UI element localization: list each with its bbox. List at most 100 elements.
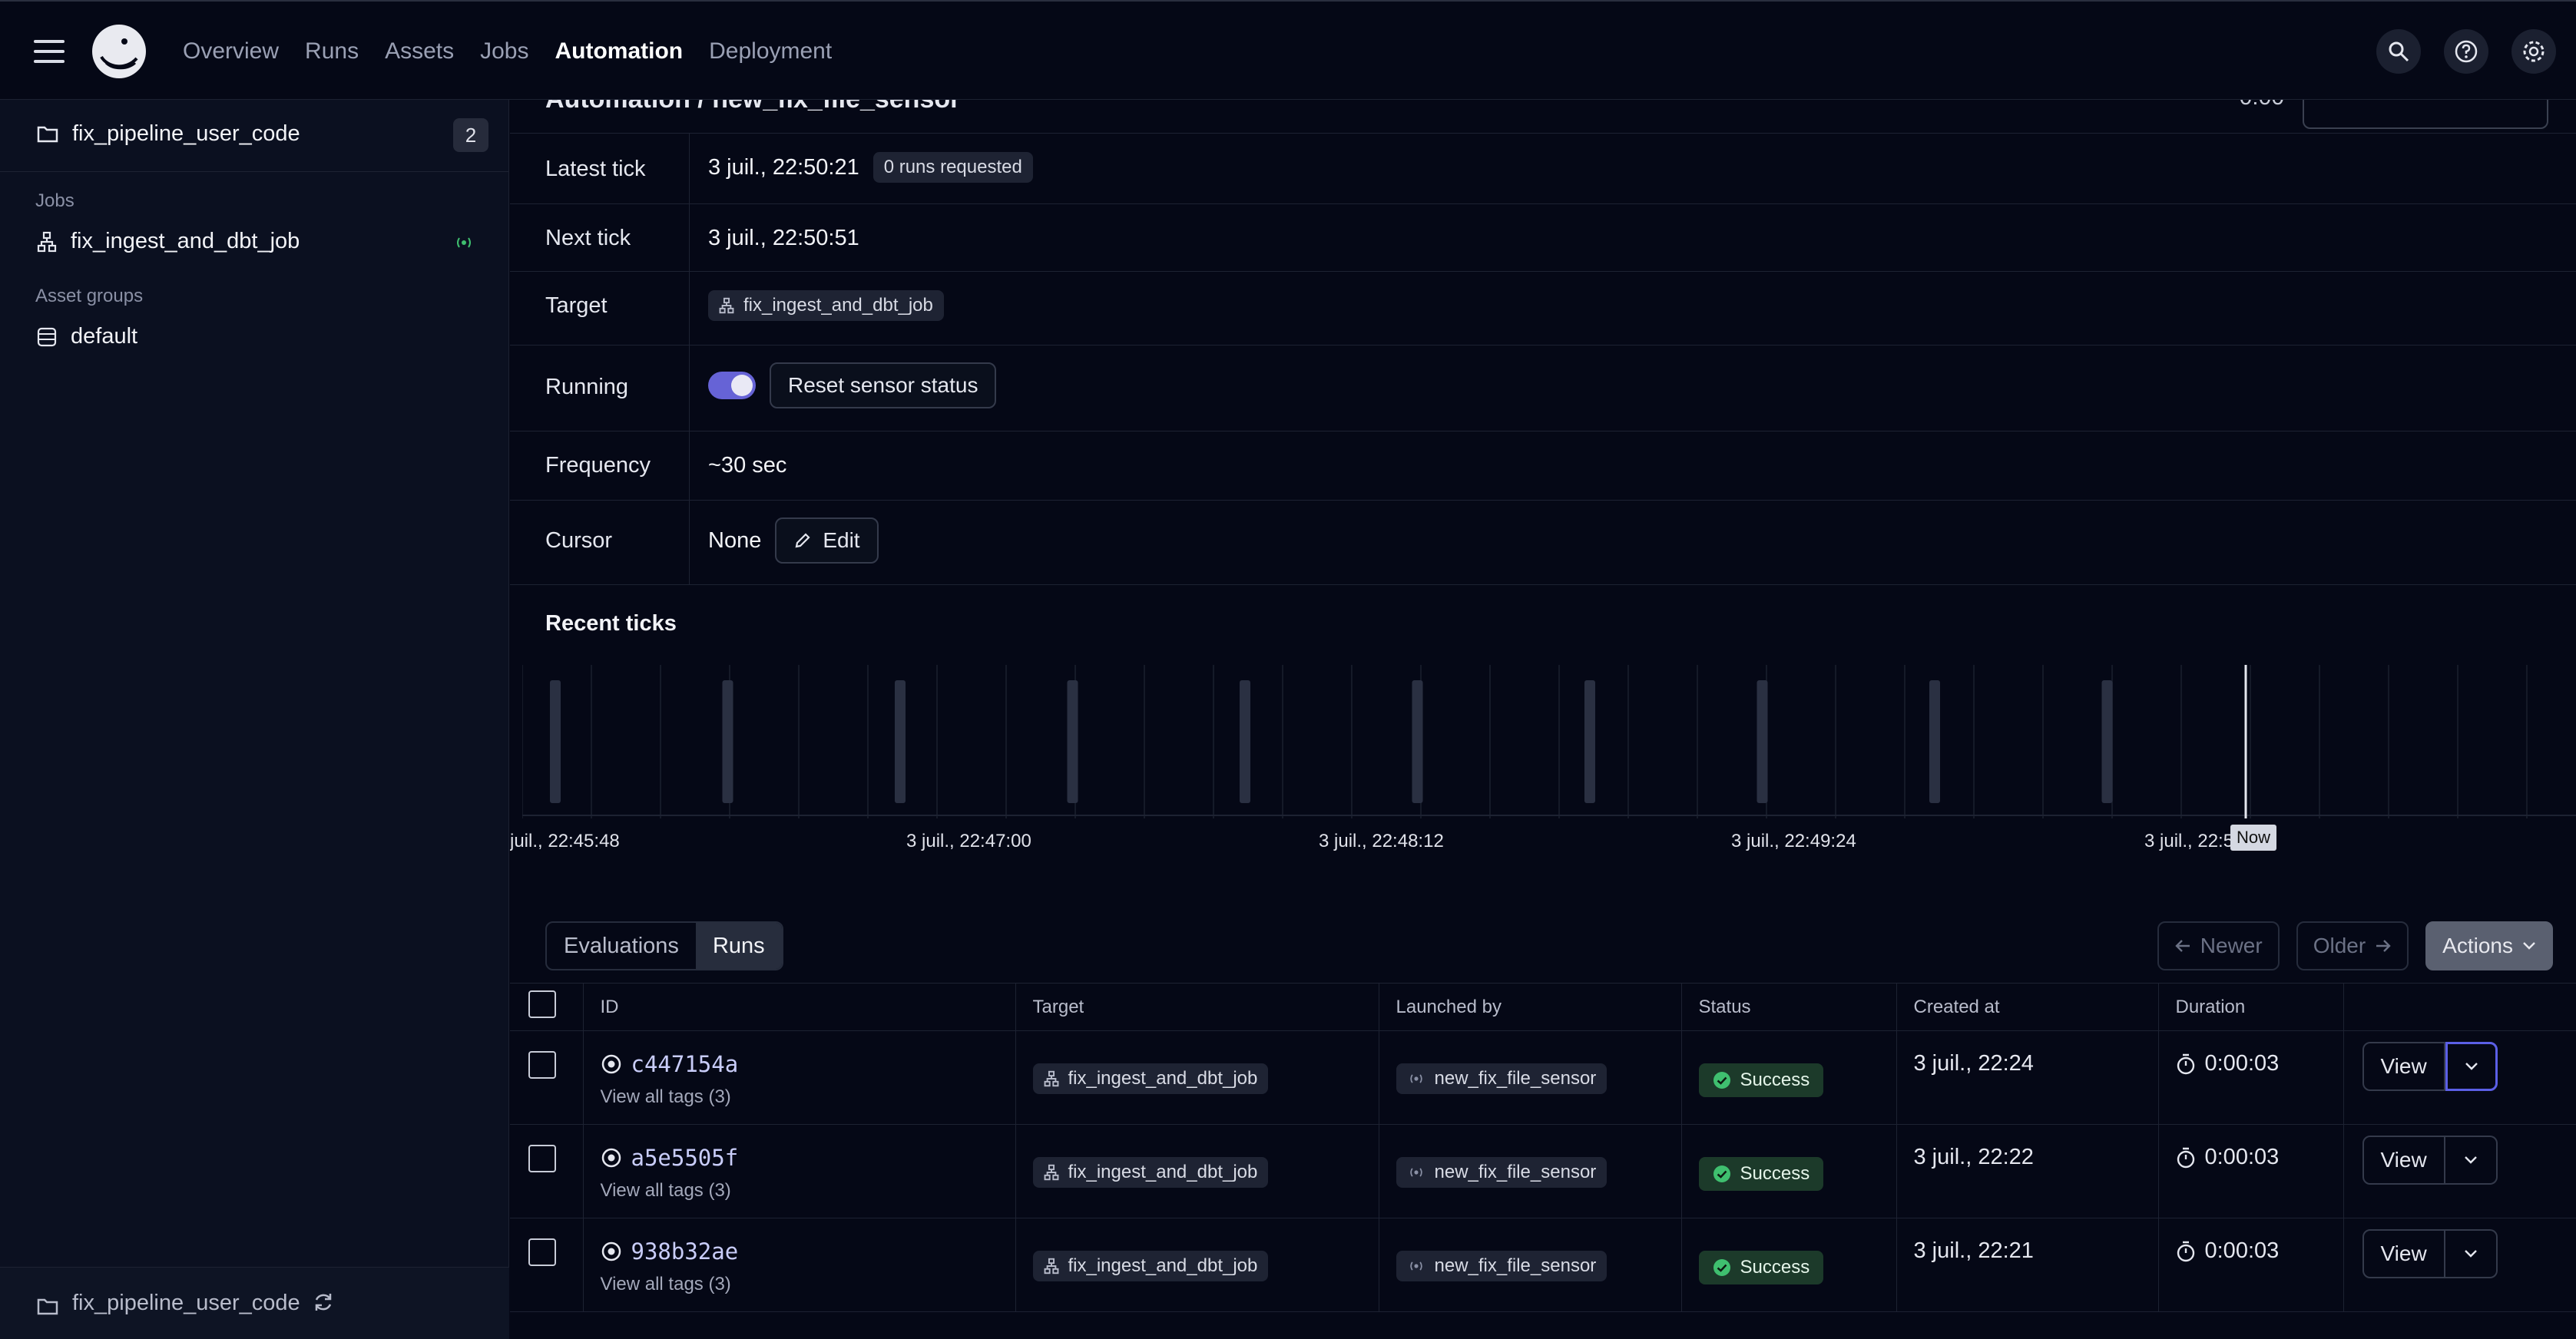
running-row: Running Reset sensor status — [510, 345, 2576, 431]
older-button[interactable]: Older — [2296, 921, 2409, 970]
chevron-down-icon — [2523, 942, 2535, 950]
dagster-logo[interactable] — [91, 23, 147, 80]
job-icon — [719, 297, 734, 314]
tick-bar[interactable] — [1584, 680, 1595, 803]
status-badge: Success — [1698, 1063, 1824, 1097]
timeline-axis-label: 3 juil., 22:49:24 — [1731, 831, 1856, 851]
tick-bar[interactable] — [1757, 680, 1768, 803]
run-target-name: fix_ingest_and_dbt_job — [1068, 1162, 1258, 1182]
select-all-checkbox[interactable] — [528, 990, 556, 1018]
run-status-icon — [601, 1241, 621, 1261]
tick-bar[interactable] — [1067, 680, 1078, 803]
cursor-row: Cursor None Edit — [510, 501, 2576, 585]
running-toggle[interactable] — [708, 372, 756, 399]
run-target-tag[interactable]: fix_ingest_and_dbt_job — [1032, 1063, 1269, 1094]
frequency-value: ~30 sec — [708, 453, 787, 478]
search-icon[interactable] — [2376, 29, 2421, 74]
run-id-link[interactable]: c447154a — [631, 1051, 739, 1077]
sensor-icon — [1409, 1074, 1422, 1083]
recent-ticks-timeline[interactable] — [522, 665, 2576, 818]
reload-icon[interactable] — [312, 1291, 335, 1314]
run-id-link[interactable]: a5e5505f — [631, 1145, 739, 1171]
settings-icon[interactable] — [2511, 29, 2556, 74]
actions-button[interactable]: Actions — [2425, 921, 2553, 970]
tick-bar[interactable] — [1929, 680, 1940, 803]
launched-by-tag[interactable]: new_fix_file_sensor — [1396, 1251, 1608, 1281]
ticks-view-tabs: Evaluations Runs — [545, 921, 783, 970]
latest-tick-row: Latest tick 3 juil., 22:50:21 0 runs req… — [510, 134, 2576, 204]
running-label: Running — [545, 375, 629, 399]
launched-by-name: new_fix_file_sensor — [1434, 1162, 1597, 1182]
cursor-label: Cursor — [545, 528, 613, 553]
nav-deployment[interactable]: Deployment — [709, 38, 832, 64]
run-target-tag[interactable]: fix_ingest_and_dbt_job — [1032, 1157, 1269, 1188]
view-run-button[interactable]: View — [2362, 1042, 2445, 1091]
tick-bar[interactable] — [1412, 680, 1423, 803]
table-header-row: ID Target Launched by Status Created at … — [510, 983, 2576, 1031]
nav-jobs[interactable]: Jobs — [480, 38, 528, 64]
run-menu-button[interactable] — [2445, 1136, 2498, 1185]
recent-ticks-title: Recent ticks — [545, 611, 677, 636]
cursor-value: None — [708, 527, 762, 553]
repo-name: fix_pipeline_user_code — [72, 121, 300, 146]
timeline-axis-label: 3 juil., 22:5 — [2144, 831, 2234, 851]
reset-sensor-button[interactable]: Reset sensor status — [770, 362, 997, 408]
menu-icon[interactable] — [34, 40, 65, 63]
nav-runs[interactable]: Runs — [305, 38, 359, 64]
edit-cursor-button[interactable]: Edit — [775, 517, 879, 564]
chevron-down-icon — [2465, 1063, 2478, 1070]
tick-bar[interactable] — [550, 680, 561, 803]
arrow-right-icon — [2376, 940, 2391, 952]
nav-overview[interactable]: Overview — [183, 38, 279, 64]
sensor-icon — [1409, 1261, 1422, 1271]
run-target-name: fix_ingest_and_dbt_job — [1068, 1068, 1258, 1089]
row-checkbox[interactable] — [528, 1145, 556, 1172]
nav-assets[interactable]: Assets — [385, 38, 454, 64]
view-all-tags-link[interactable]: View all tags (3) — [601, 1274, 1015, 1295]
newer-button[interactable]: Newer — [2157, 921, 2280, 970]
sidebar: fix_pipeline_user_code 2 Jobs fix_ingest… — [0, 100, 509, 1339]
view-all-tags-link[interactable]: View all tags (3) — [601, 1086, 1015, 1108]
job-icon — [1044, 1164, 1058, 1181]
arrow-left-icon — [2175, 940, 2190, 952]
sidebar-item-job[interactable]: fix_ingest_and_dbt_job — [37, 229, 300, 254]
run-target-tag[interactable]: fix_ingest_and_dbt_job — [1032, 1251, 1269, 1281]
view-run-button[interactable]: View — [2362, 1136, 2445, 1185]
run-menu-button[interactable] — [2445, 1229, 2498, 1278]
now-marker-label: Now — [2230, 825, 2277, 851]
table-pager: Newer Older Actions — [2157, 921, 2553, 970]
sidebar-repo-header[interactable]: fix_pipeline_user_code 2 — [0, 100, 509, 172]
view-all-tags-link[interactable]: View all tags (3) — [601, 1180, 1015, 1202]
launched-by-tag[interactable]: new_fix_file_sensor — [1396, 1157, 1608, 1188]
target-row: Target fix_ingest_and_dbt_job — [510, 272, 2576, 345]
duration-value: 0:00:03 — [2204, 1051, 2280, 1076]
col-target: Target — [1015, 983, 1379, 1031]
col-duration: Duration — [2158, 983, 2344, 1031]
tab-runs[interactable]: Runs — [695, 923, 782, 969]
breadcrumb: Automation / new_fix_file_sensor — [545, 100, 960, 114]
help-icon[interactable] — [2444, 29, 2488, 74]
tick-bar[interactable] — [1240, 680, 1250, 803]
sidebar-item-asset-group[interactable]: default — [37, 324, 137, 349]
run-status-icon — [601, 1054, 621, 1074]
sensor-icon — [457, 237, 471, 248]
launched-by-tag[interactable]: new_fix_file_sensor — [1396, 1063, 1608, 1094]
preview-tick-button[interactable] — [2303, 100, 2548, 129]
target-job-tag[interactable]: fix_ingest_and_dbt_job — [708, 290, 944, 321]
tick-bar[interactable] — [2101, 680, 2113, 803]
view-run-button[interactable]: View — [2362, 1229, 2445, 1278]
job-icon — [1044, 1070, 1058, 1087]
next-tick-label: Next tick — [545, 226, 631, 250]
table-row: a5e5505f View all tags (3) fix_ingest_an… — [510, 1124, 2576, 1218]
tick-bar[interactable] — [722, 680, 733, 803]
tick-bar[interactable] — [895, 680, 906, 803]
sidebar-footer[interactable]: fix_pipeline_user_code — [0, 1267, 509, 1339]
run-menu-button[interactable] — [2445, 1042, 2498, 1091]
actions-label: Actions — [2442, 934, 2513, 957]
row-checkbox[interactable] — [528, 1238, 556, 1266]
tab-evaluations[interactable]: Evaluations — [547, 923, 696, 969]
nav-automation[interactable]: Automation — [555, 38, 683, 64]
run-id-link[interactable]: 938b32ae — [631, 1238, 739, 1265]
row-checkbox[interactable] — [528, 1051, 556, 1079]
check-circle-icon — [1713, 1165, 1730, 1182]
